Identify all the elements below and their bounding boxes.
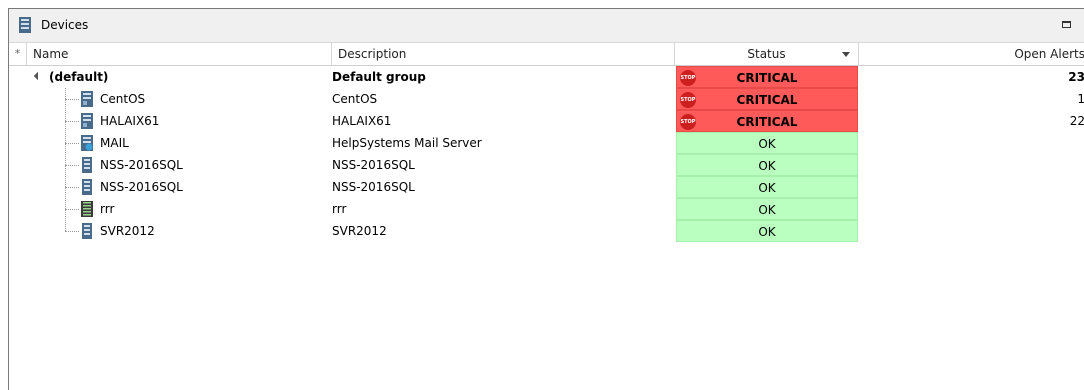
name-cell: rrr [9, 198, 327, 220]
stop-icon: STOP [680, 92, 696, 108]
server-icon [82, 223, 92, 239]
status-label: OK [758, 159, 776, 173]
name-cell: SVR2012 [9, 220, 327, 242]
description-cell: SVR2012 [332, 224, 387, 238]
status-label: OK [758, 137, 776, 151]
panel-titlebar: Devices [9, 9, 1084, 43]
column-header-name[interactable]: Name [27, 43, 332, 65]
column-header-row: * Name Description Status Open Alerts [9, 43, 1084, 66]
column-header-name-label: Name [33, 47, 69, 61]
description-cell: HelpSystems Mail Server [332, 136, 482, 150]
tree-branch [65, 121, 79, 122]
status-label: OK [758, 225, 776, 239]
server-icon [81, 91, 93, 107]
tree-branch [65, 231, 79, 232]
open-alerts-cell: 23 [1068, 70, 1084, 84]
status-label: CRITICAL [736, 71, 798, 85]
device-name: (default) [49, 70, 109, 84]
server-icon [82, 179, 92, 195]
name-cell: NSS-2016SQL [9, 154, 327, 176]
column-header-open-alerts[interactable]: Open Alerts [859, 43, 1084, 65]
name-cell: HALAIX61 [9, 110, 327, 132]
device-icon [19, 17, 31, 33]
table-row[interactable]: MAIL HelpSystems Mail Server OK [9, 132, 1084, 154]
description-cell: NSS-2016SQL [332, 158, 415, 172]
status-cell-ok: OK [676, 176, 858, 198]
tree-branch [65, 165, 79, 166]
restore-icon[interactable] [1062, 21, 1071, 28]
open-alerts-cell [861, 198, 1084, 220]
status-label: OK [758, 181, 776, 195]
column-header-description-label: Description [338, 47, 407, 61]
stop-icon: STOP [680, 70, 696, 86]
table-row[interactable]: SVR2012 SVR2012 OK [9, 220, 1084, 242]
name-cell: (default) [9, 66, 327, 88]
device-name: NSS-2016SQL [100, 180, 183, 194]
device-name: SVR2012 [100, 224, 155, 238]
status-cell-ok: OK [676, 198, 858, 220]
status-cell-critical: STOP CRITICAL [676, 110, 858, 132]
open-alerts-cell [861, 132, 1084, 154]
status-cell-critical: STOP CRITICAL [676, 88, 858, 110]
table-row[interactable]: NSS-2016SQL NSS-2016SQL OK [9, 176, 1084, 198]
table-row[interactable]: (default) Default group STOP CRITICAL 23 [9, 66, 1084, 88]
column-header-description[interactable]: Description [332, 43, 675, 65]
column-header-status-label: Status [747, 47, 786, 61]
description-cell: Default group [332, 70, 426, 84]
description-cell: HALAIX61 [332, 114, 392, 128]
panel-title: Devices [41, 18, 89, 32]
name-cell: NSS-2016SQL [9, 176, 327, 198]
table-row[interactable]: CentOS CentOS STOP CRITICAL 1 [9, 88, 1084, 110]
tree-branch [65, 99, 79, 100]
name-cell: CentOS [9, 88, 327, 110]
sort-descending-icon [842, 52, 850, 57]
description-cell: CentOS [332, 92, 378, 106]
description-cell: rrr [332, 202, 347, 216]
status-label: CRITICAL [736, 115, 798, 129]
status-label: OK [758, 203, 776, 217]
device-name: rrr [100, 202, 115, 216]
table-row[interactable]: rrr rrr OK [9, 198, 1084, 220]
table-row[interactable]: HALAIX61 HALAIX61 STOP CRITICAL 22 [9, 110, 1084, 132]
device-name: MAIL [100, 136, 129, 150]
open-alerts-cell [861, 220, 1084, 242]
status-cell-ok: OK [676, 220, 858, 242]
status-cell-critical: STOP CRITICAL [676, 66, 858, 88]
table-row[interactable]: NSS-2016SQL NSS-2016SQL OK [9, 154, 1084, 176]
server-icon [82, 157, 92, 173]
status-label: CRITICAL [736, 93, 798, 107]
column-chooser-icon[interactable]: * [9, 43, 27, 65]
tree-branch [65, 187, 79, 188]
tree-branch [65, 143, 79, 144]
status-cell-ok: OK [676, 154, 858, 176]
mail-server-icon [81, 135, 93, 151]
device-name: CentOS [100, 92, 146, 106]
stop-icon: STOP [680, 114, 696, 130]
column-header-status[interactable]: Status [675, 43, 859, 65]
server-icon [81, 113, 93, 129]
open-alerts-cell: 1 [1077, 92, 1084, 106]
status-cell-ok: OK [676, 132, 858, 154]
open-alerts-cell [861, 176, 1084, 198]
column-header-open-alerts-label: Open Alerts [1014, 47, 1084, 61]
name-cell: MAIL [9, 132, 327, 154]
device-name: HALAIX61 [100, 114, 160, 128]
open-alerts-cell: 22 [1069, 114, 1084, 128]
collapse-arrow-icon[interactable] [33, 71, 43, 81]
rack-server-icon [81, 201, 93, 217]
device-name: NSS-2016SQL [100, 158, 183, 172]
devices-panel: Devices * Name Description Status Open A… [8, 8, 1084, 390]
tree-branch [65, 209, 79, 210]
description-cell: NSS-2016SQL [332, 180, 415, 194]
open-alerts-cell [861, 154, 1084, 176]
